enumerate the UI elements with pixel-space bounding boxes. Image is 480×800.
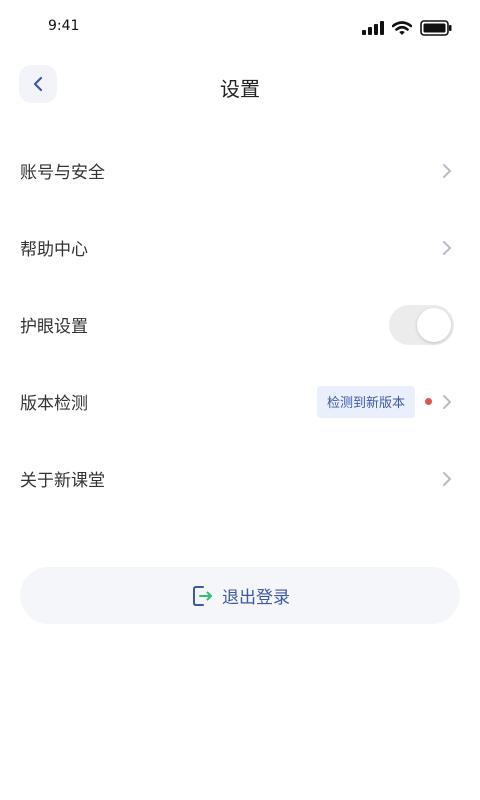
page-title: 设置 — [220, 77, 260, 101]
new-version-badge: 检测到新版本 — [316, 385, 415, 418]
logout-label: 退出登录 — [222, 588, 290, 608]
logout-button[interactable]: 退出登录 — [20, 567, 460, 624]
status-icons — [362, 20, 452, 36]
status-bar: 9:41 — [0, 0, 480, 52]
eye-care-toggle[interactable] — [389, 305, 454, 345]
settings-item-label: 账号与安全 — [20, 163, 105, 183]
settings-list: 账号与安全 帮助中心 护眼设置 版本检测 检测到新版本 关于新课堂 — [0, 132, 480, 517]
settings-item-label: 帮助中心 — [20, 240, 88, 260]
chevron-right-icon — [443, 163, 451, 178]
settings-item-eye-care: 护眼设置 — [0, 286, 480, 363]
status-time: 9:41 — [48, 18, 80, 34]
chevron-right-icon — [443, 240, 451, 255]
settings-item-version-check[interactable]: 版本检测 检测到新版本 — [0, 363, 480, 440]
signal-icon — [362, 21, 384, 35]
settings-item-label: 护眼设置 — [20, 317, 88, 337]
settings-item-label: 关于新课堂 — [20, 471, 105, 491]
chevron-right-icon — [443, 471, 451, 486]
battery-icon — [420, 20, 452, 36]
wifi-icon — [392, 20, 412, 35]
settings-item-help-center[interactable]: 帮助中心 — [0, 209, 480, 286]
settings-item-label: 版本检测 — [20, 394, 88, 414]
settings-item-about[interactable]: 关于新课堂 — [0, 440, 480, 517]
header: 设置 — [0, 64, 480, 106]
settings-item-account-security[interactable]: 账号与安全 — [0, 132, 480, 209]
chevron-right-icon — [443, 394, 451, 409]
logout-icon — [193, 585, 212, 606]
toggle-knob — [417, 308, 451, 342]
update-dot — [425, 398, 432, 405]
